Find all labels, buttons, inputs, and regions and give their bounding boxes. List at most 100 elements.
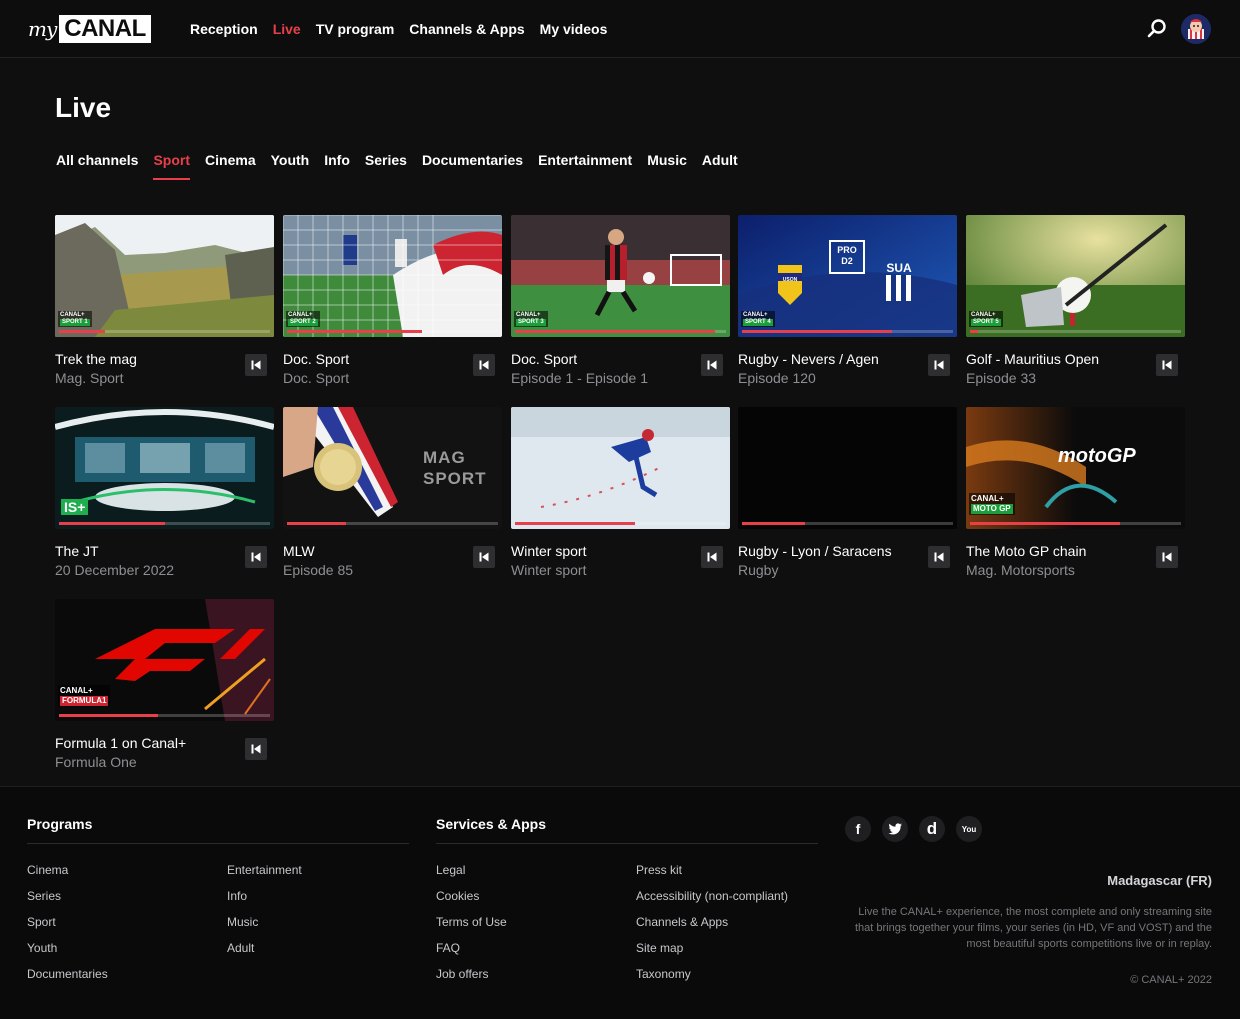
- live-card[interactable]: Rugby - Lyon / Saracens Rugby: [738, 407, 957, 578]
- tab-entertainment[interactable]: Entertainment: [538, 152, 632, 180]
- twitter-icon[interactable]: [882, 816, 908, 842]
- program-thumbnail[interactable]: [511, 407, 730, 529]
- nav-channels-apps[interactable]: Channels & Apps: [409, 21, 524, 37]
- live-card[interactable]: CANAL+ SPORT 3 Doc. Sport Episode 1 - Epi…: [511, 215, 730, 386]
- restart-button[interactable]: [701, 546, 723, 568]
- footer-link-adult[interactable]: Adult: [227, 941, 254, 955]
- footer-link-cinema[interactable]: Cinema: [27, 863, 68, 877]
- program-thumbnail[interactable]: CANAL+ FORMULA1: [55, 599, 274, 721]
- footer-link-series[interactable]: Series: [27, 889, 61, 903]
- footer-link-terms[interactable]: Terms of Use: [436, 915, 507, 929]
- nav-live[interactable]: Live: [273, 21, 301, 37]
- restart-button[interactable]: [1156, 546, 1178, 568]
- footer-link-sport[interactable]: Sport: [27, 915, 56, 929]
- live-card[interactable]: Winter sport Winter sport: [511, 407, 730, 578]
- dailymotion-icon[interactable]: d: [919, 816, 945, 842]
- program-thumbnail[interactable]: motoGP CANAL+ MOTO GP: [966, 407, 1185, 529]
- progress-bar: [515, 330, 726, 333]
- card-subtitle: Mag. Motorsports: [966, 562, 1075, 578]
- live-card[interactable]: IS+ The JT 20 December 2022: [55, 407, 274, 578]
- program-thumbnail[interactable]: MAG SPORT: [283, 407, 502, 529]
- footer-link-taxonomy[interactable]: Taxonomy: [636, 967, 691, 981]
- restart-button[interactable]: [245, 354, 267, 376]
- tab-all-channels[interactable]: All channels: [56, 152, 138, 180]
- tab-info[interactable]: Info: [324, 152, 350, 180]
- profile-avatar[interactable]: [1181, 14, 1211, 44]
- tab-series[interactable]: Series: [365, 152, 407, 180]
- footer-link-site-map[interactable]: Site map: [636, 941, 683, 955]
- restart-button[interactable]: [245, 546, 267, 568]
- search-icon[interactable]: [1146, 18, 1168, 40]
- tab-youth[interactable]: Youth: [271, 152, 310, 180]
- program-thumbnail[interactable]: IS+: [55, 407, 274, 529]
- tab-sport[interactable]: Sport: [153, 152, 190, 180]
- region-selector[interactable]: Madagascar (FR): [1107, 873, 1212, 888]
- mycanal-logo[interactable]: my CANAL: [28, 13, 151, 45]
- footer-link-entertainment[interactable]: Entertainment: [227, 863, 302, 877]
- live-card[interactable]: CANAL+ SPORT 2 Doc. Sport Doc. Sport: [283, 215, 502, 386]
- footer-link-accessibility[interactable]: Accessibility (non-compliant): [636, 889, 788, 903]
- card-subtitle: Winter sport: [511, 562, 587, 578]
- restart-icon: [707, 360, 717, 370]
- restart-icon: [707, 552, 717, 562]
- restart-button[interactable]: [473, 354, 495, 376]
- footer-link-faq[interactable]: FAQ: [436, 941, 460, 955]
- live-card[interactable]: CANAL+ SPORT 5 Golf - Mauritius Open Epis…: [966, 215, 1185, 386]
- card-subtitle: Episode 120: [738, 370, 816, 386]
- restart-icon: [1162, 552, 1172, 562]
- youtube-icon[interactable]: You: [956, 816, 982, 842]
- footer-link-documentaries[interactable]: Documentaries: [27, 967, 108, 981]
- footer-link-press-kit[interactable]: Press kit: [636, 863, 682, 877]
- nav-tv-program[interactable]: TV program: [316, 21, 395, 37]
- restart-button[interactable]: [473, 546, 495, 568]
- restart-button[interactable]: [245, 738, 267, 760]
- program-thumbnail[interactable]: PRO D2 USON SUA CANAL+ SPORT 4: [738, 215, 957, 337]
- restart-button[interactable]: [701, 354, 723, 376]
- footer-link-music[interactable]: Music: [227, 915, 258, 929]
- card-title: Doc. Sport: [511, 351, 578, 367]
- footer-link-job-offers[interactable]: Job offers: [436, 967, 488, 981]
- progress-fill: [287, 330, 423, 333]
- footer-link-channels-apps[interactable]: Channels & Apps: [636, 915, 728, 929]
- footer-link-legal[interactable]: Legal: [436, 863, 465, 877]
- tab-documentaries[interactable]: Documentaries: [422, 152, 523, 180]
- card-title: MLW: [283, 543, 315, 559]
- speed-skating-image: [511, 407, 730, 529]
- restart-button[interactable]: [1156, 354, 1178, 376]
- tab-cinema[interactable]: Cinema: [205, 152, 256, 180]
- program-thumbnail[interactable]: CANAL+ SPORT 1: [55, 215, 274, 337]
- program-thumbnail[interactable]: CANAL+ SPORT 5: [966, 215, 1185, 337]
- logo-canal-text: CANAL: [59, 15, 151, 43]
- facebook-icon[interactable]: f: [845, 816, 871, 842]
- main-nav: Reception Live TV program Channels & App…: [190, 0, 622, 58]
- nav-reception[interactable]: Reception: [190, 21, 258, 37]
- restart-icon: [479, 552, 489, 562]
- restart-icon: [251, 360, 261, 370]
- nav-my-videos[interactable]: My videos: [540, 21, 608, 37]
- footer-link-cookies[interactable]: Cookies: [436, 889, 479, 903]
- program-thumbnail[interactable]: CANAL+ SPORT 2: [283, 215, 502, 337]
- channel-logo: CANAL+ SPORT 3: [514, 311, 548, 327]
- dark-placeholder-image: [738, 407, 957, 529]
- program-thumbnail[interactable]: CANAL+ SPORT 3: [511, 215, 730, 337]
- program-thumbnail[interactable]: [738, 407, 957, 529]
- footer-link-youth[interactable]: Youth: [27, 941, 57, 955]
- live-card[interactable]: CANAL+ SPORT 1 Trek the mag Mag. Sport: [55, 215, 274, 386]
- card-subtitle: 20 December 2022: [55, 562, 175, 578]
- restart-icon: [251, 552, 261, 562]
- mag-sport-title: MAG SPORT: [423, 448, 487, 488]
- footer-link-info[interactable]: Info: [227, 889, 247, 903]
- tab-adult[interactable]: Adult: [702, 152, 738, 180]
- live-card[interactable]: CANAL+ FORMULA1 Formula 1 on Canal+ Formu…: [55, 599, 274, 770]
- progress-bar: [287, 522, 498, 525]
- progress-bar: [742, 330, 953, 333]
- tab-music[interactable]: Music: [647, 152, 687, 180]
- live-card[interactable]: motoGP CANAL+ MOTO GP The Moto GP chain M…: [966, 407, 1185, 578]
- live-card[interactable]: PRO D2 USON SUA CANAL+ SPORT 4 Rugby - Ne…: [738, 215, 957, 386]
- uson-logo-text: USON: [782, 277, 798, 283]
- channel-logo: CANAL+ SPORT 4: [741, 311, 775, 327]
- live-card[interactable]: MAG SPORT MLW Episode 85: [283, 407, 502, 578]
- motogp-logo: motoGP: [1058, 445, 1136, 467]
- restart-button[interactable]: [928, 354, 950, 376]
- restart-button[interactable]: [928, 546, 950, 568]
